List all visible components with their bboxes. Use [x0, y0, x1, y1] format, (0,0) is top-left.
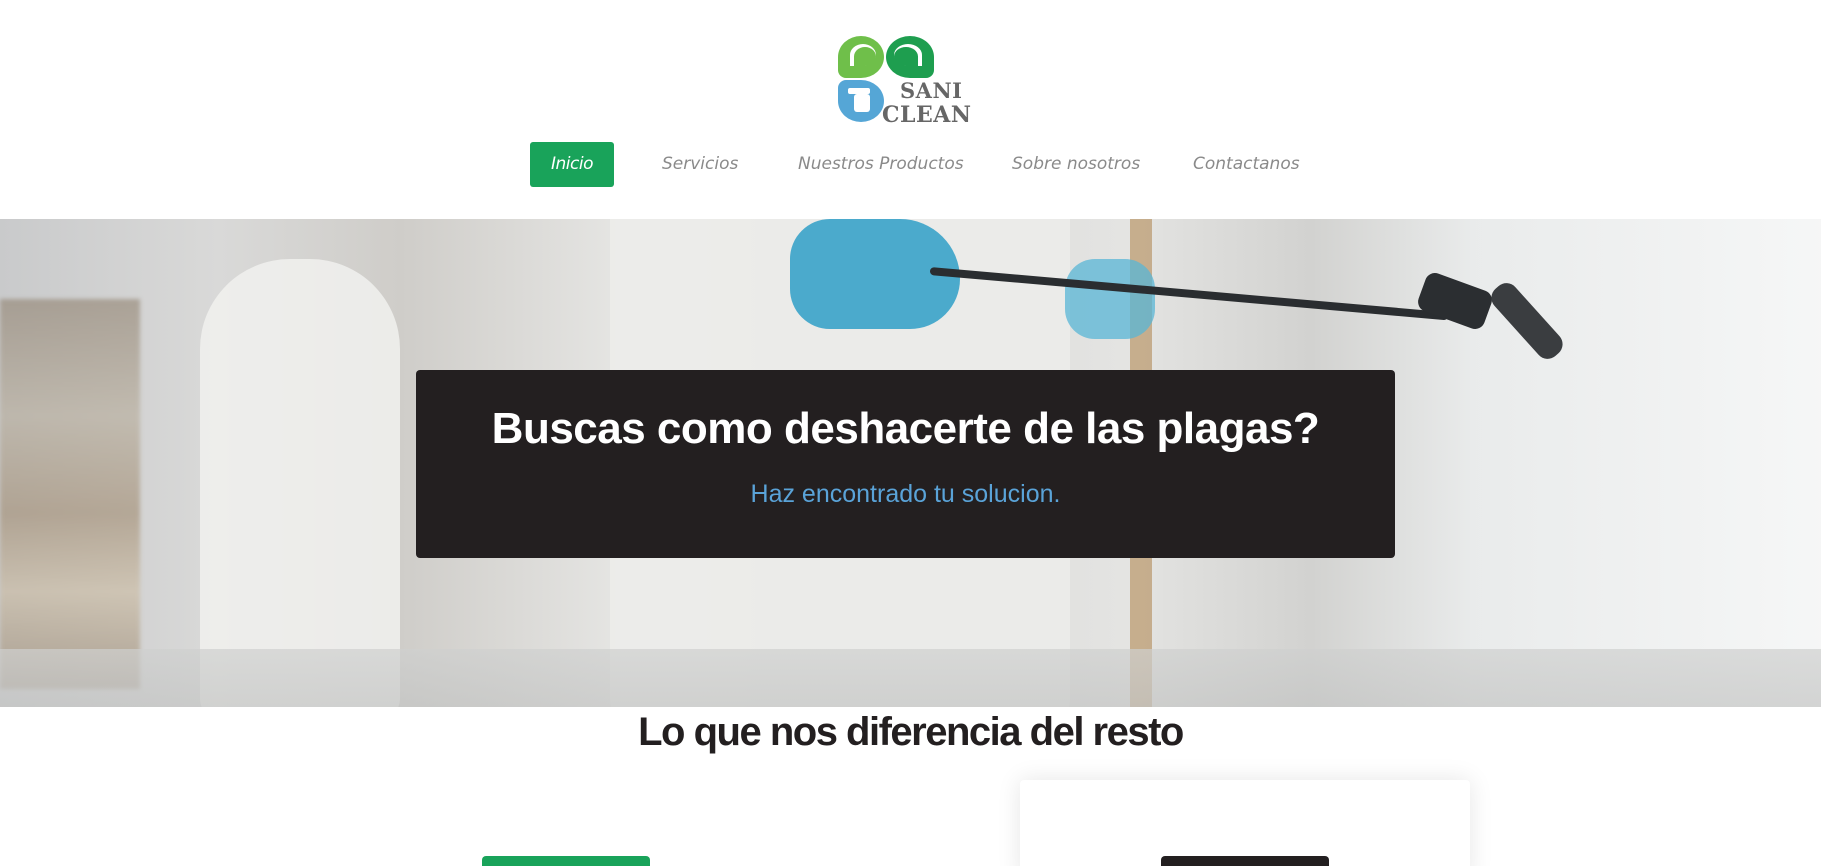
- leaf-icon: [886, 36, 934, 78]
- hero-callout: Buscas como deshacerte de las plagas? Ha…: [416, 370, 1395, 558]
- nav-item-sobre-nosotros[interactable]: Sobre nosotros: [1012, 142, 1140, 187]
- spray-bottle-icon: [838, 80, 884, 122]
- section-title: Lo que nos diferencia del resto: [638, 710, 1184, 754]
- hero-subtitle: Haz encontrado tu solucion.: [750, 480, 1061, 508]
- logo-text: SANI CLEAN: [882, 78, 971, 128]
- nav-item-inicio[interactable]: Inicio: [530, 142, 614, 187]
- hero-title: Buscas como deshacerte de las plagas?: [491, 404, 1320, 453]
- saniclean-logo[interactable]: SANI CLEAN: [836, 34, 976, 129]
- hero-background-person: [200, 259, 400, 707]
- nav-item-nuestros-productos[interactable]: Nuestros Productos: [798, 142, 964, 187]
- logo-text-line2: CLEAN: [882, 102, 972, 128]
- feature-button[interactable]: [1161, 856, 1329, 866]
- nav-item-contactanos[interactable]: Contactanos: [1193, 142, 1300, 187]
- nav-item-servicios[interactable]: Servicios: [662, 142, 738, 187]
- leaf-icon: [838, 36, 884, 78]
- hero-background-window: [1470, 219, 1821, 707]
- hero-background-shelf: [0, 299, 140, 689]
- logo-text-line1: SANI: [900, 78, 963, 103]
- feature-card: [1020, 780, 1470, 866]
- site-header: SANI CLEAN Inicio Servicios Nuestros Pro…: [0, 0, 1821, 219]
- hero-background-floor: [0, 649, 1821, 707]
- feature-button[interactable]: [482, 856, 650, 866]
- hero-background-glove: [1065, 259, 1155, 339]
- main-nav: Inicio Servicios Nuestros Productos Sobr…: [0, 142, 1821, 188]
